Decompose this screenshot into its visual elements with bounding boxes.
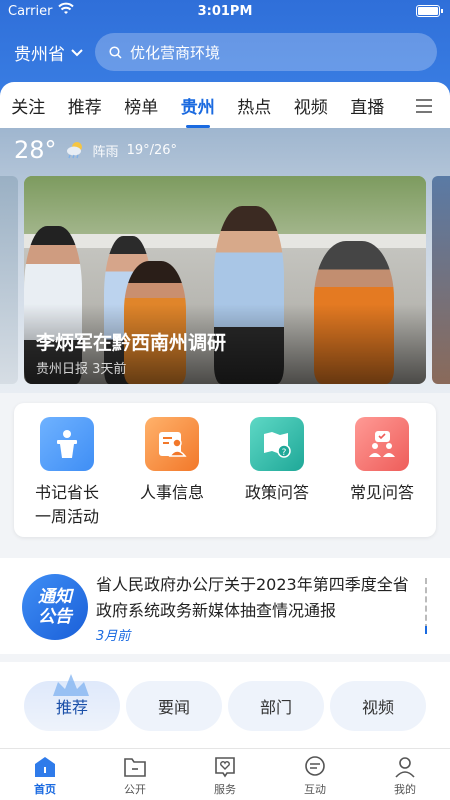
service-label-line1: 书记省长 xyxy=(34,483,99,502)
notice-badge-icon: 通知 公告 xyxy=(22,574,88,640)
tab-follow[interactable]: 关注 xyxy=(0,93,57,118)
header-bar: Carrier 3:01PM 贵州省 优化营商环境 关注 推荐 榜单 贵州 热点… xyxy=(0,0,450,128)
nav-label: 首页 xyxy=(34,783,56,796)
region-label: 贵州省 xyxy=(14,45,65,65)
clock: 3:01PM xyxy=(197,4,253,19)
weather-widget[interactable]: 28° 阵雨 19°/26° xyxy=(14,136,177,164)
service-label: 书记省长 一周活动 xyxy=(14,481,120,529)
status-bar: Carrier 3:01PM xyxy=(0,0,450,24)
nav-label: 互动 xyxy=(304,783,326,796)
notice-badge-line1: 通知 xyxy=(38,587,72,607)
filter-departments[interactable]: 部门 xyxy=(228,681,324,731)
category-tabs: 关注 推荐 榜单 贵州 热点 视频 直播 xyxy=(0,82,450,128)
menu-icon[interactable] xyxy=(416,99,432,113)
banner-source: 贵州日报 xyxy=(36,362,89,377)
search-icon xyxy=(109,45,122,59)
banner-time: 3天前 xyxy=(92,362,127,377)
nav-interact[interactable]: 互动 xyxy=(270,749,360,800)
chevron-down-icon xyxy=(71,48,83,56)
tab-video[interactable]: 视频 xyxy=(283,93,340,118)
banner-meta: 贵州日报 3天前 xyxy=(36,358,126,377)
person-card-icon xyxy=(145,417,199,471)
filter-video[interactable]: 视频 xyxy=(330,681,426,731)
service-label: 人事信息 xyxy=(139,483,204,502)
nav-services[interactable]: 服务 xyxy=(180,749,270,800)
nav-label: 公开 xyxy=(124,783,146,796)
service-label: 政策问答 xyxy=(244,483,309,502)
region-selector[interactable]: 贵州省 xyxy=(14,40,83,65)
tab-recommend[interactable]: 推荐 xyxy=(57,93,114,118)
notice-pager xyxy=(425,578,428,634)
podium-icon xyxy=(40,417,94,471)
service-personnel-info[interactable]: 人事信息 xyxy=(119,417,225,505)
rain-cloud-icon xyxy=(66,142,82,159)
heart-chat-icon xyxy=(180,753,270,781)
folder-icon xyxy=(90,753,180,781)
service-policy-qa[interactable]: ? 政策问答 xyxy=(224,417,330,505)
news-banner[interactable]: 李炳军在黔西南州调研 贵州日报 3天前 xyxy=(24,176,426,384)
notice-title: 省人民政府办公厅关于2023年第四季度全省政府系统政务新媒体抽查情况通报 xyxy=(96,575,409,620)
notice-badge-line2: 公告 xyxy=(38,607,72,627)
bottom-navigation: 首页 公开 服务 互动 我的 xyxy=(0,748,450,800)
notice-time: 3月前 xyxy=(96,629,131,644)
tab-hot[interactable]: 热点 xyxy=(226,93,283,118)
nav-profile[interactable]: 我的 xyxy=(360,749,450,800)
service-label-line2: 一周活动 xyxy=(34,507,99,526)
tab-live[interactable]: 直播 xyxy=(339,93,396,118)
carousel-next-card[interactable] xyxy=(432,176,450,384)
service-faq[interactable]: 常见问答 xyxy=(329,417,435,505)
notice-card[interactable]: 通知 公告 省人民政府办公厅关于2023年第四季度全省政府系统政务新媒体抽查情况… xyxy=(0,558,450,654)
service-label: 常见问答 xyxy=(349,483,414,502)
service-leader-activities[interactable]: 书记省长 一周活动 xyxy=(14,417,120,529)
search-input[interactable]: 优化营商环境 xyxy=(95,33,437,71)
crown-decoration-icon xyxy=(53,674,89,696)
battery-icon xyxy=(416,5,443,17)
svg-text:?: ? xyxy=(282,448,287,458)
nav-public[interactable]: 公开 xyxy=(90,749,180,800)
map-question-icon: ? xyxy=(250,417,304,471)
chat-bubble-icon xyxy=(270,753,360,781)
banner-title: 李炳军在黔西南州调研 xyxy=(36,332,227,354)
people-chat-icon xyxy=(355,417,409,471)
home-icon xyxy=(0,753,90,781)
weather-condition: 阵雨 xyxy=(92,144,119,160)
user-icon xyxy=(360,753,450,781)
weather-range: 19°/26° xyxy=(126,142,178,158)
nav-label: 我的 xyxy=(394,783,416,796)
carousel-prev-card[interactable] xyxy=(0,176,18,384)
tab-ranking[interactable]: 榜单 xyxy=(113,93,170,118)
search-placeholder: 优化营商环境 xyxy=(130,43,221,62)
temperature: 28° xyxy=(14,136,57,164)
nav-home[interactable]: 首页 xyxy=(0,749,90,800)
service-grid: 书记省长 一周活动 人事信息 ? 政策问答 常见问答 xyxy=(14,403,436,537)
nav-label: 服务 xyxy=(214,783,236,796)
filter-headlines[interactable]: 要闻 xyxy=(126,681,222,731)
tab-guizhou[interactable]: 贵州 xyxy=(170,93,227,118)
